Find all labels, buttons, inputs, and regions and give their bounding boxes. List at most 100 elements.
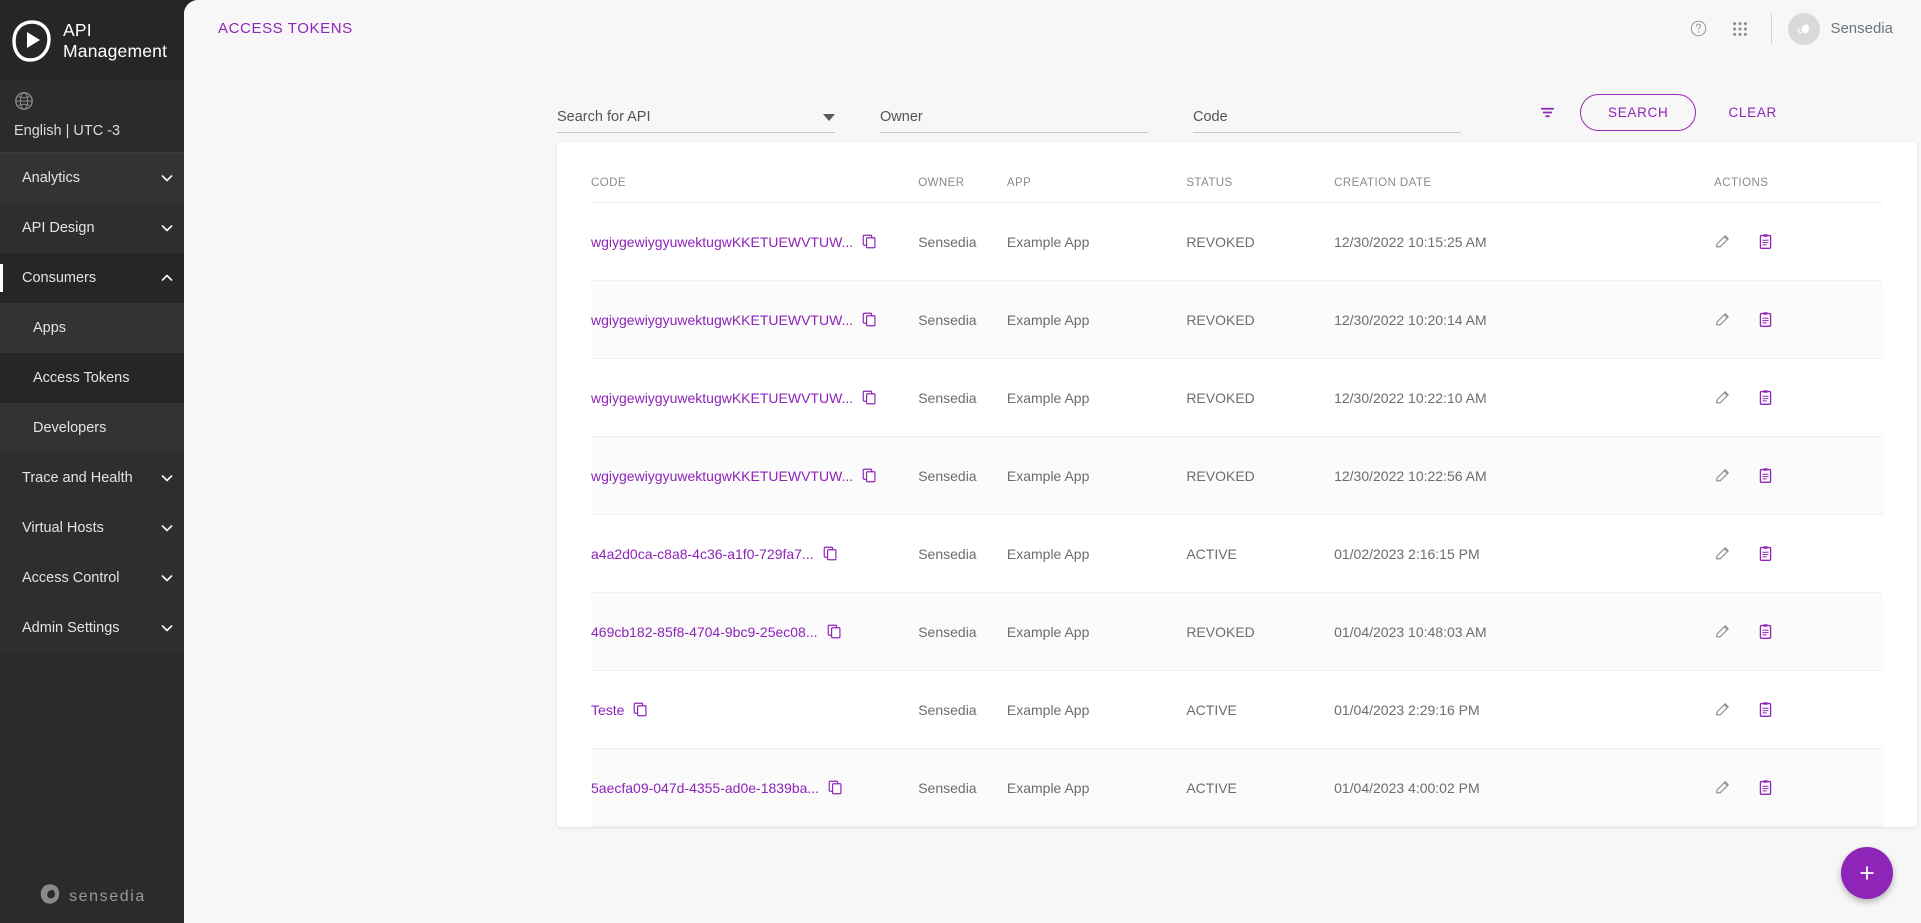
search-api-input[interactable] (557, 109, 817, 125)
token-code-link[interactable]: wgiygewiygyuwektugwKKETUEWVTUW... (591, 312, 853, 328)
clipboard-icon[interactable] (1757, 623, 1774, 640)
clipboard-icon[interactable] (1757, 389, 1774, 406)
sidebar-item-apps[interactable]: Apps (0, 303, 184, 353)
clipboard-icon[interactable] (1757, 701, 1774, 718)
table-row[interactable]: 5aecfa09-047d-4355-ad0e-1839ba...Sensedi… (591, 749, 1883, 827)
sidebar-subitem-label: Apps (33, 320, 66, 336)
cell-owner: Sensedia (918, 359, 1007, 437)
copy-icon[interactable] (823, 546, 838, 561)
cell-code: wgiygewiygyuwektugwKKETUEWVTUW... (591, 437, 918, 515)
cell-app: Example App (1007, 671, 1186, 749)
table-row[interactable]: TesteSensediaExample AppACTIVE01/04/2023… (591, 671, 1883, 749)
sidebar-item-admin-settings[interactable]: Admin Settings (0, 603, 184, 653)
token-code-link[interactable]: Teste (591, 702, 624, 718)
clipboard-icon[interactable] (1757, 467, 1774, 484)
cell-app: Example App (1007, 437, 1186, 515)
token-code-link[interactable]: 469cb182-85f8-4704-9bc9-25ec08... (591, 624, 818, 640)
clipboard-icon[interactable] (1757, 311, 1774, 328)
cell-owner: Sensedia (918, 671, 1007, 749)
token-code-link[interactable]: wgiygewiygyuwektugwKKETUEWVTUW... (591, 390, 853, 406)
sensedia-avatar-icon (1788, 13, 1820, 45)
account-name: Sensedia (1830, 20, 1893, 37)
table-row[interactable]: wgiygewiygyuwektugwKKETUEWVTUW... Sensedi… (591, 359, 1883, 437)
column-header-code[interactable]: CODE (591, 142, 918, 203)
chevron-down-icon (160, 621, 174, 635)
page-title: ACCESS TOKENS (218, 20, 353, 37)
token-code-link[interactable]: wgiygewiygyuwektugwKKETUEWVTUW... (591, 468, 853, 484)
clipboard-icon[interactable] (1757, 233, 1774, 250)
cell-owner: Sensedia (918, 437, 1007, 515)
copy-icon[interactable] (862, 234, 877, 249)
filter-funnel-icon[interactable] (1530, 96, 1564, 130)
code-field[interactable] (1193, 109, 1461, 133)
cell-actions (1714, 359, 1883, 437)
sidebar-nav: Analytics API Design Consumers Apps (0, 153, 184, 870)
column-header-creation-date[interactable]: CREATION DATE (1334, 142, 1714, 203)
cell-app: Example App (1007, 593, 1186, 671)
pencil-edit-icon[interactable] (1714, 623, 1731, 640)
divider (1771, 13, 1772, 44)
sidebar-item-access-tokens[interactable]: Access Tokens (0, 353, 184, 403)
table-row[interactable]: a4a2d0ca-c8a8-4c36-a1f0-729fa7... Sensedi… (591, 515, 1883, 593)
clear-button[interactable]: CLEAR (1710, 94, 1795, 131)
add-token-fab[interactable] (1841, 847, 1893, 899)
help-circle-icon[interactable] (1677, 8, 1719, 50)
search-button[interactable]: SEARCH (1580, 94, 1696, 131)
sidebar-item-api-design[interactable]: API Design (0, 203, 184, 253)
clipboard-icon[interactable] (1757, 779, 1774, 796)
sidebar-item-label: Trace and Health (22, 470, 160, 486)
pencil-edit-icon[interactable] (1714, 311, 1731, 328)
pencil-edit-icon[interactable] (1714, 701, 1731, 718)
sidebar-item-consumers[interactable]: Consumers (0, 253, 184, 303)
owner-field[interactable] (880, 109, 1148, 133)
cell-creation-date: 12/30/2022 10:20:14 AM (1334, 281, 1714, 359)
topbar-actions: Sensedia (1677, 8, 1893, 50)
token-code-link[interactable]: wgiygewiygyuwektugwKKETUEWVTUW... (591, 234, 853, 250)
code-input[interactable] (1193, 109, 1461, 125)
column-header-owner[interactable]: OWNER (918, 142, 1007, 203)
cell-status: REVOKED (1186, 281, 1334, 359)
table-row[interactable]: wgiygewiygyuwektugwKKETUEWVTUW...Sensedi… (591, 203, 1883, 281)
chevron-down-icon (160, 221, 174, 235)
copy-icon[interactable] (862, 312, 877, 327)
sidebar-item-virtual-hosts[interactable]: Virtual Hosts (0, 503, 184, 553)
sidebar-item-analytics[interactable]: Analytics (0, 153, 184, 203)
chevron-down-icon (160, 521, 174, 535)
copy-icon[interactable] (862, 468, 877, 483)
sidebar: API Management English | UTC -3 Analytic… (0, 0, 184, 923)
copy-icon[interactable] (828, 780, 843, 795)
copy-icon[interactable] (827, 624, 842, 639)
column-header-app[interactable]: APP (1007, 142, 1186, 203)
pencil-edit-icon[interactable] (1714, 545, 1731, 562)
sidebar-item-label: Analytics (22, 170, 160, 186)
sidebar-item-access-control[interactable]: Access Control (0, 553, 184, 603)
cell-status: ACTIVE (1186, 515, 1334, 593)
token-code-link[interactable]: a4a2d0ca-c8a8-4c36-a1f0-729fa7... (591, 546, 814, 562)
cell-actions (1714, 281, 1883, 359)
search-api-field[interactable] (557, 109, 835, 133)
brand-title: API Management (63, 20, 184, 62)
grid-apps-icon[interactable] (1719, 8, 1761, 50)
pencil-edit-icon[interactable] (1714, 779, 1731, 796)
copy-icon[interactable] (633, 702, 648, 717)
locale-block[interactable]: English | UTC -3 (0, 81, 184, 153)
pencil-edit-icon[interactable] (1714, 233, 1731, 250)
plus-icon (1857, 863, 1877, 883)
clipboard-icon[interactable] (1757, 545, 1774, 562)
table-row[interactable]: wgiygewiygyuwektugwKKETUEWVTUW... Sensedi… (591, 437, 1883, 515)
table-row[interactable]: 469cb182-85f8-4704-9bc9-25ec08...Sensedi… (591, 593, 1883, 671)
sidebar-item-trace-and-health[interactable]: Trace and Health (0, 453, 184, 503)
table-row[interactable]: wgiygewiygyuwektugwKKETUEWVTUW...Sensedi… (591, 281, 1883, 359)
token-code-link[interactable]: 5aecfa09-047d-4355-ad0e-1839ba... (591, 780, 819, 796)
sidebar-item-developers[interactable]: Developers (0, 403, 184, 453)
sensedia-footer-label: sensedia (69, 888, 146, 906)
pencil-edit-icon[interactable] (1714, 389, 1731, 406)
account-menu[interactable]: Sensedia (1788, 13, 1893, 45)
chevron-down-icon[interactable] (823, 114, 835, 121)
column-header-status[interactable]: STATUS (1186, 142, 1334, 203)
column-header-actions: ACTIONS (1714, 142, 1883, 203)
pencil-edit-icon[interactable] (1714, 467, 1731, 484)
cell-owner: Sensedia (918, 515, 1007, 593)
copy-icon[interactable] (862, 390, 877, 405)
owner-input[interactable] (880, 109, 1148, 125)
